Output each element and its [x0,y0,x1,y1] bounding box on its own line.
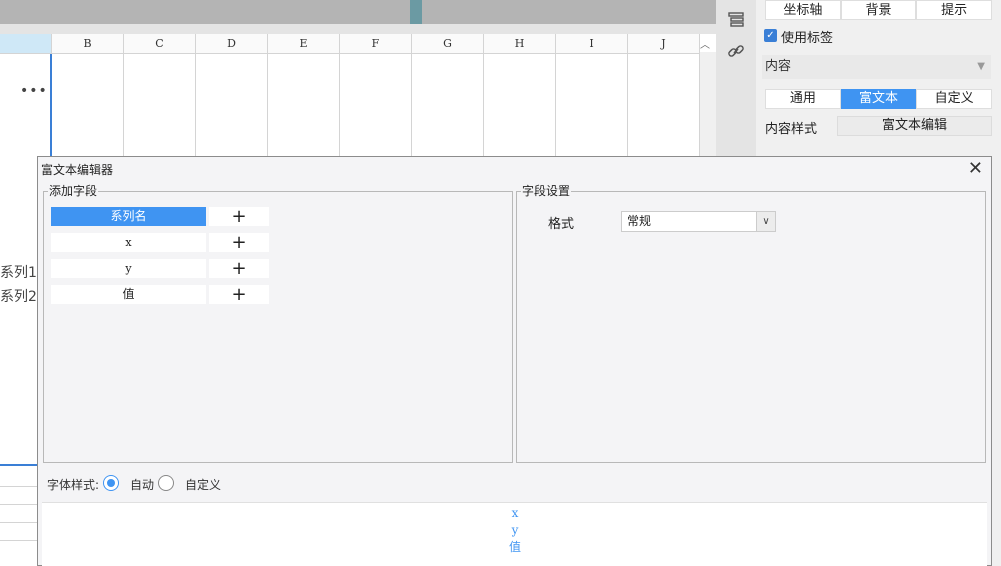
column-header-G[interactable]: G [412,34,484,54]
chevron-down-icon[interactable]: ∨ [756,212,775,231]
content-select[interactable]: 内容 ▼ [762,55,991,79]
field-value[interactable]: 值 [51,285,206,304]
splitter-handle[interactable] [410,0,422,24]
grid-line [339,54,340,156]
rich-text-edit-button[interactable]: 富文本编辑 [837,116,992,136]
mode-rich-text[interactable]: 富文本 [840,89,917,109]
series-label-2: 系列2 [0,289,37,305]
selected-cell[interactable]: ••• [0,54,52,164]
preview-line-value: 值 [508,540,521,554]
field-series-name[interactable]: 系列名 [51,207,206,226]
row-line [0,522,38,523]
column-header-F[interactable]: F [340,34,412,54]
column-header-D[interactable]: D [196,34,268,54]
column-header-I[interactable]: I [556,34,628,54]
column-header-J[interactable]: J [628,34,700,54]
font-style-auto-label: 自动 [130,478,155,492]
font-style-auto-radio[interactable] [103,475,119,491]
vertical-scrollbar[interactable] [700,52,716,156]
format-label: 格式 [548,217,575,232]
font-style-custom-radio[interactable] [158,475,174,491]
column-header-H[interactable]: H [484,34,556,54]
grid-line [627,54,628,156]
column-header-A[interactable] [0,34,52,54]
add-series-name-button[interactable]: + [209,207,269,226]
grid-line [411,54,412,156]
property-tabs: 坐标轴 背景 提示 [765,0,993,20]
format-select-value: 常规 [627,214,652,228]
field-y[interactable]: y [51,259,206,278]
scroll-up-icon[interactable]: ︿ [700,36,710,51]
toolbar-strip-bottom [0,24,716,34]
use-label-text: 使用标签 [781,31,834,46]
tab-background[interactable]: 背景 [840,0,917,20]
mode-custom[interactable]: 自定义 [916,89,993,109]
grid-line [123,54,124,156]
mode-general[interactable]: 通用 [765,89,841,109]
grid-line [195,54,196,156]
use-label-checkbox[interactable]: ✓ [764,29,777,42]
content-select-value: 内容 [765,59,792,74]
row-line [0,486,38,487]
content-mode-tabs: 通用 富文本 自定义 [765,89,993,109]
font-style-label: 字体样式: [47,478,100,492]
series-label-1: 系列1 [0,265,37,281]
content-style-label: 内容样式 [765,122,818,137]
field-x[interactable]: x [51,233,206,252]
dialog-title: 富文本编辑器 [41,163,114,177]
font-style-custom-label: 自定义 [185,478,222,492]
toolbar-strip [0,0,716,24]
row-line [0,504,38,505]
grid-line [555,54,556,156]
preview-line-x: x [511,506,519,520]
row-line [0,540,38,541]
add-y-button[interactable]: + [209,259,269,278]
preview-line-y: y [511,523,519,537]
field-settings-title: 字段设置 [521,183,572,199]
tab-axis[interactable]: 坐标轴 [765,0,841,20]
add-field-group: 添加字段 [43,183,513,463]
link-icon[interactable] [726,41,746,61]
selection-border [0,464,38,466]
column-header-C[interactable]: C [124,34,196,54]
close-icon[interactable]: ✕ [968,158,983,180]
grid-line [483,54,484,156]
column-header-B[interactable]: B [52,34,124,54]
format-select[interactable]: 常规 ∨ [621,211,776,232]
tab-tooltip[interactable]: 提示 [916,0,993,20]
grid-line [267,54,268,156]
column-header-E[interactable]: E [268,34,340,54]
layers-icon[interactable] [726,10,746,30]
add-value-button[interactable]: + [209,285,269,304]
more-dots-icon[interactable]: ••• [20,84,48,98]
add-field-title: 添加字段 [48,183,99,199]
add-x-button[interactable]: + [209,233,269,252]
chevron-down-icon: ▼ [977,61,985,72]
